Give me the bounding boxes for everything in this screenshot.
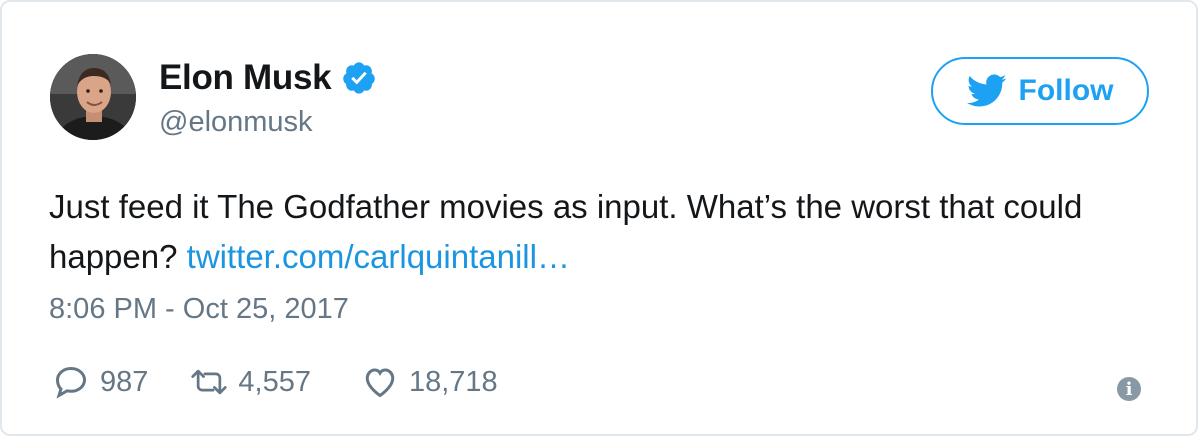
handle[interactable]: @elonmusk <box>159 106 313 139</box>
retweet-icon <box>191 369 228 395</box>
info-icon[interactable]: i <box>1117 377 1141 401</box>
reply-count: 987 <box>100 365 149 398</box>
timestamp[interactable]: 8:06 PM - Oct 25, 2017 <box>49 293 349 326</box>
follow-button[interactable]: Follow <box>931 57 1149 125</box>
heart-icon <box>365 368 395 398</box>
like-button[interactable]: 18,718 <box>361 364 498 400</box>
retweet-button[interactable]: 4,557 <box>190 364 311 400</box>
follow-button-label: Follow <box>1018 74 1114 107</box>
tweet-card: Elon Musk @elonmusk Follow Just feed it … <box>0 0 1198 436</box>
display-name[interactable]: Elon Musk <box>159 58 332 98</box>
verified-badge-icon <box>343 62 376 94</box>
twitter-bird-icon <box>966 74 1006 107</box>
like-count: 18,718 <box>408 365 498 398</box>
avatar[interactable] <box>50 54 136 140</box>
retweet-count: 4,557 <box>238 365 311 398</box>
tweet-actions: 987 4,557 18,718 <box>52 364 498 400</box>
author-name-row[interactable]: Elon Musk <box>159 58 377 98</box>
reply-icon <box>55 366 87 399</box>
tweet-text: Just feed it The Godfather movies as inp… <box>49 182 1169 282</box>
tweet-link[interactable]: twitter.com/carlquintanill… <box>187 238 570 275</box>
reply-button[interactable]: 987 <box>52 364 148 400</box>
